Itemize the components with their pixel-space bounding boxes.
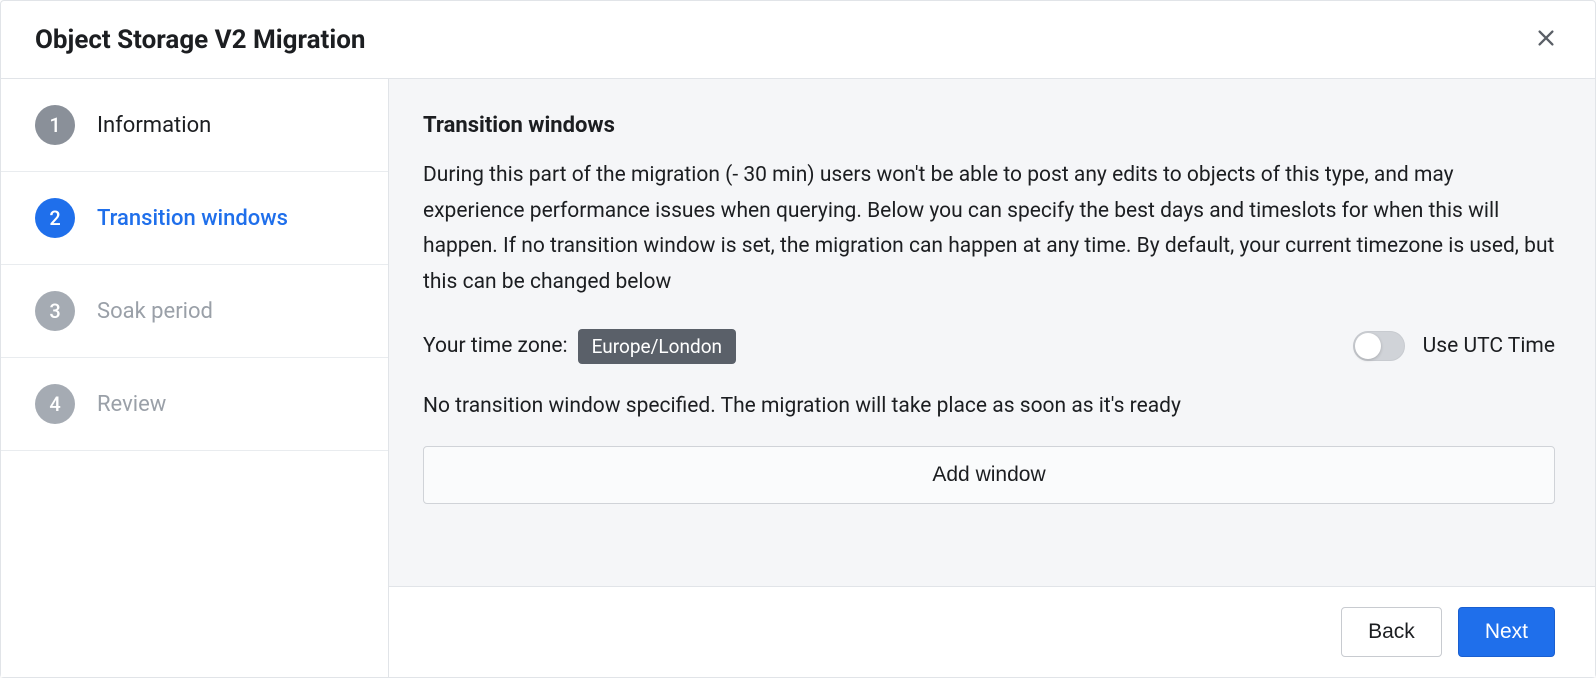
section-description: During this part of the migration (- 30 … [423,158,1555,301]
dialog-title: Object Storage V2 Migration [35,25,365,55]
next-button[interactable]: Next [1458,607,1555,657]
step-label: Information [97,113,211,138]
step-number: 4 [35,384,75,424]
dialog-header: Object Storage V2 Migration [1,1,1595,79]
step-soak-period[interactable]: 3 Soak period [1,265,388,358]
timezone-display: Your time zone: Europe/London [423,329,736,364]
step-number: 3 [35,291,75,331]
step-transition-windows[interactable]: 2 Transition windows [1,172,388,265]
utc-toggle[interactable] [1353,331,1405,361]
step-label: Review [97,392,166,417]
wizard-sidebar: 1 Information 2 Transition windows 3 Soa… [1,79,389,677]
timezone-label: Your time zone: [423,334,568,358]
back-button[interactable]: Back [1341,607,1442,657]
close-icon [1535,27,1557,52]
toggle-knob [1355,333,1381,359]
timezone-row: Your time zone: Europe/London Use UTC Ti… [423,329,1555,364]
timezone-badge: Europe/London [578,329,736,364]
utc-toggle-label: Use UTC Time [1423,334,1555,358]
step-information[interactable]: 1 Information [1,79,388,172]
close-button[interactable] [1531,23,1561,56]
step-content: Transition windows During this part of t… [389,79,1595,586]
utc-toggle-group: Use UTC Time [1353,331,1555,361]
step-label: Transition windows [97,206,288,231]
step-number: 2 [35,198,75,238]
step-label: Soak period [97,299,213,324]
dialog-footer: Back Next [389,586,1595,677]
dialog-body: 1 Information 2 Transition windows 3 Soa… [1,79,1595,677]
add-window-button[interactable]: Add window [423,446,1555,504]
step-number: 1 [35,105,75,145]
no-window-message: No transition window specified. The migr… [423,394,1555,418]
migration-dialog: Object Storage V2 Migration 1 Informatio… [0,0,1596,678]
step-review[interactable]: 4 Review [1,358,388,451]
section-title: Transition windows [423,113,1555,138]
